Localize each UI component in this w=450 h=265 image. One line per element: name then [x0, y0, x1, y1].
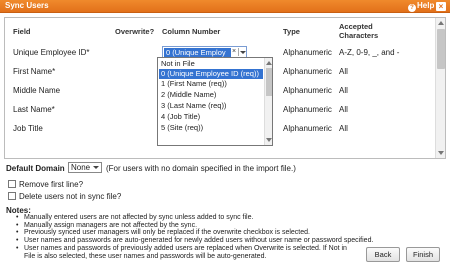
default-domain-label: Default Domain — [6, 164, 65, 173]
bullet: • — [16, 237, 19, 244]
scroll-down-icon[interactable] — [438, 151, 444, 155]
field-name: First Name* — [13, 67, 56, 76]
field-name: Middle Name — [13, 86, 61, 95]
field-type: Alphanumeric — [283, 86, 332, 95]
field-name: Job Title — [13, 124, 43, 133]
note-item: User names and passwords are auto-genera… — [24, 237, 374, 244]
field-type: Alphanumeric — [283, 124, 332, 133]
dropdown-option[interactable]: 4 (Job Title) — [159, 112, 263, 122]
field-accepted: All — [339, 105, 348, 114]
bullet: • — [16, 222, 19, 229]
bullet: • — [16, 229, 19, 236]
remove-first-line-checkbox[interactable] — [8, 180, 16, 188]
dropdown-option-selected[interactable]: 0 (Unique Employee ID (req)) — [159, 69, 263, 79]
default-domain-select[interactable]: None — [68, 162, 102, 173]
scroll-thumb[interactable] — [437, 29, 445, 69]
dropdown-option[interactable]: 2 (Middle Name) — [159, 90, 263, 100]
bullet: • — [16, 245, 19, 252]
header-accepted-characters: Accepted Characters — [339, 22, 379, 40]
help-link[interactable]: ? Help — [408, 1, 434, 12]
dropdown-option[interactable]: 5 (Site (req)) — [159, 123, 263, 133]
chevron-down-icon[interactable] — [238, 48, 246, 56]
help-icon: ? — [408, 4, 416, 12]
table-scrollbar[interactable] — [435, 18, 445, 158]
field-type: Alphanumeric — [283, 105, 332, 114]
remove-first-line-label: Remove first line? — [19, 180, 84, 189]
header-field: Field — [13, 27, 31, 36]
close-icon[interactable]: × — [436, 2, 446, 11]
scroll-thumb[interactable] — [266, 68, 272, 96]
dialog-title-bar: Sync Users ? Help × — [0, 0, 450, 13]
scroll-up-icon[interactable] — [438, 21, 444, 25]
note-item: User names and passwords of previously a… — [24, 245, 347, 260]
header-overwrite: Overwrite? — [115, 27, 155, 36]
default-domain-hint: (For users with no domain specified in t… — [106, 164, 296, 173]
column-number-dropdown: Not in File 0 (Unique Employee ID (req))… — [157, 57, 273, 146]
bullet: • — [16, 214, 19, 221]
dropdown-scrollbar[interactable] — [264, 58, 272, 145]
dropdown-option[interactable]: 3 (Last Name (req)) — [159, 101, 263, 111]
note-item: Manually entered users are not affected … — [24, 214, 254, 221]
help-label: Help — [417, 1, 435, 10]
clear-icon[interactable]: × — [232, 47, 236, 57]
header-column-number: Column Number — [162, 27, 221, 36]
finish-button[interactable]: Finish — [406, 247, 440, 262]
dialog-title: Sync Users — [5, 1, 49, 10]
delete-users-label: Delete users not in sync file? — [19, 192, 122, 201]
dropdown-option[interactable]: 1 (First Name (req)) — [159, 79, 263, 89]
field-type: Alphanumeric — [283, 48, 332, 57]
column-number-value: 0 (Unique Employ — [164, 48, 231, 57]
field-accepted: A-Z, 0-9, _, and - — [339, 48, 400, 57]
scroll-down-icon[interactable] — [266, 138, 272, 142]
field-name: Unique Employee ID* — [13, 48, 90, 57]
field-accepted: All — [339, 124, 348, 133]
header-type: Type — [283, 27, 300, 36]
back-button[interactable]: Back — [366, 247, 400, 262]
field-accepted: All — [339, 86, 348, 95]
field-accepted: All — [339, 67, 348, 76]
field-type: Alphanumeric — [283, 67, 332, 76]
scroll-up-icon[interactable] — [266, 61, 272, 65]
field-name: Last Name* — [13, 105, 55, 114]
note-item: Previously synced user managers will onl… — [24, 229, 310, 236]
dropdown-option[interactable]: Not in File — [159, 59, 263, 69]
delete-users-checkbox[interactable] — [8, 192, 16, 200]
